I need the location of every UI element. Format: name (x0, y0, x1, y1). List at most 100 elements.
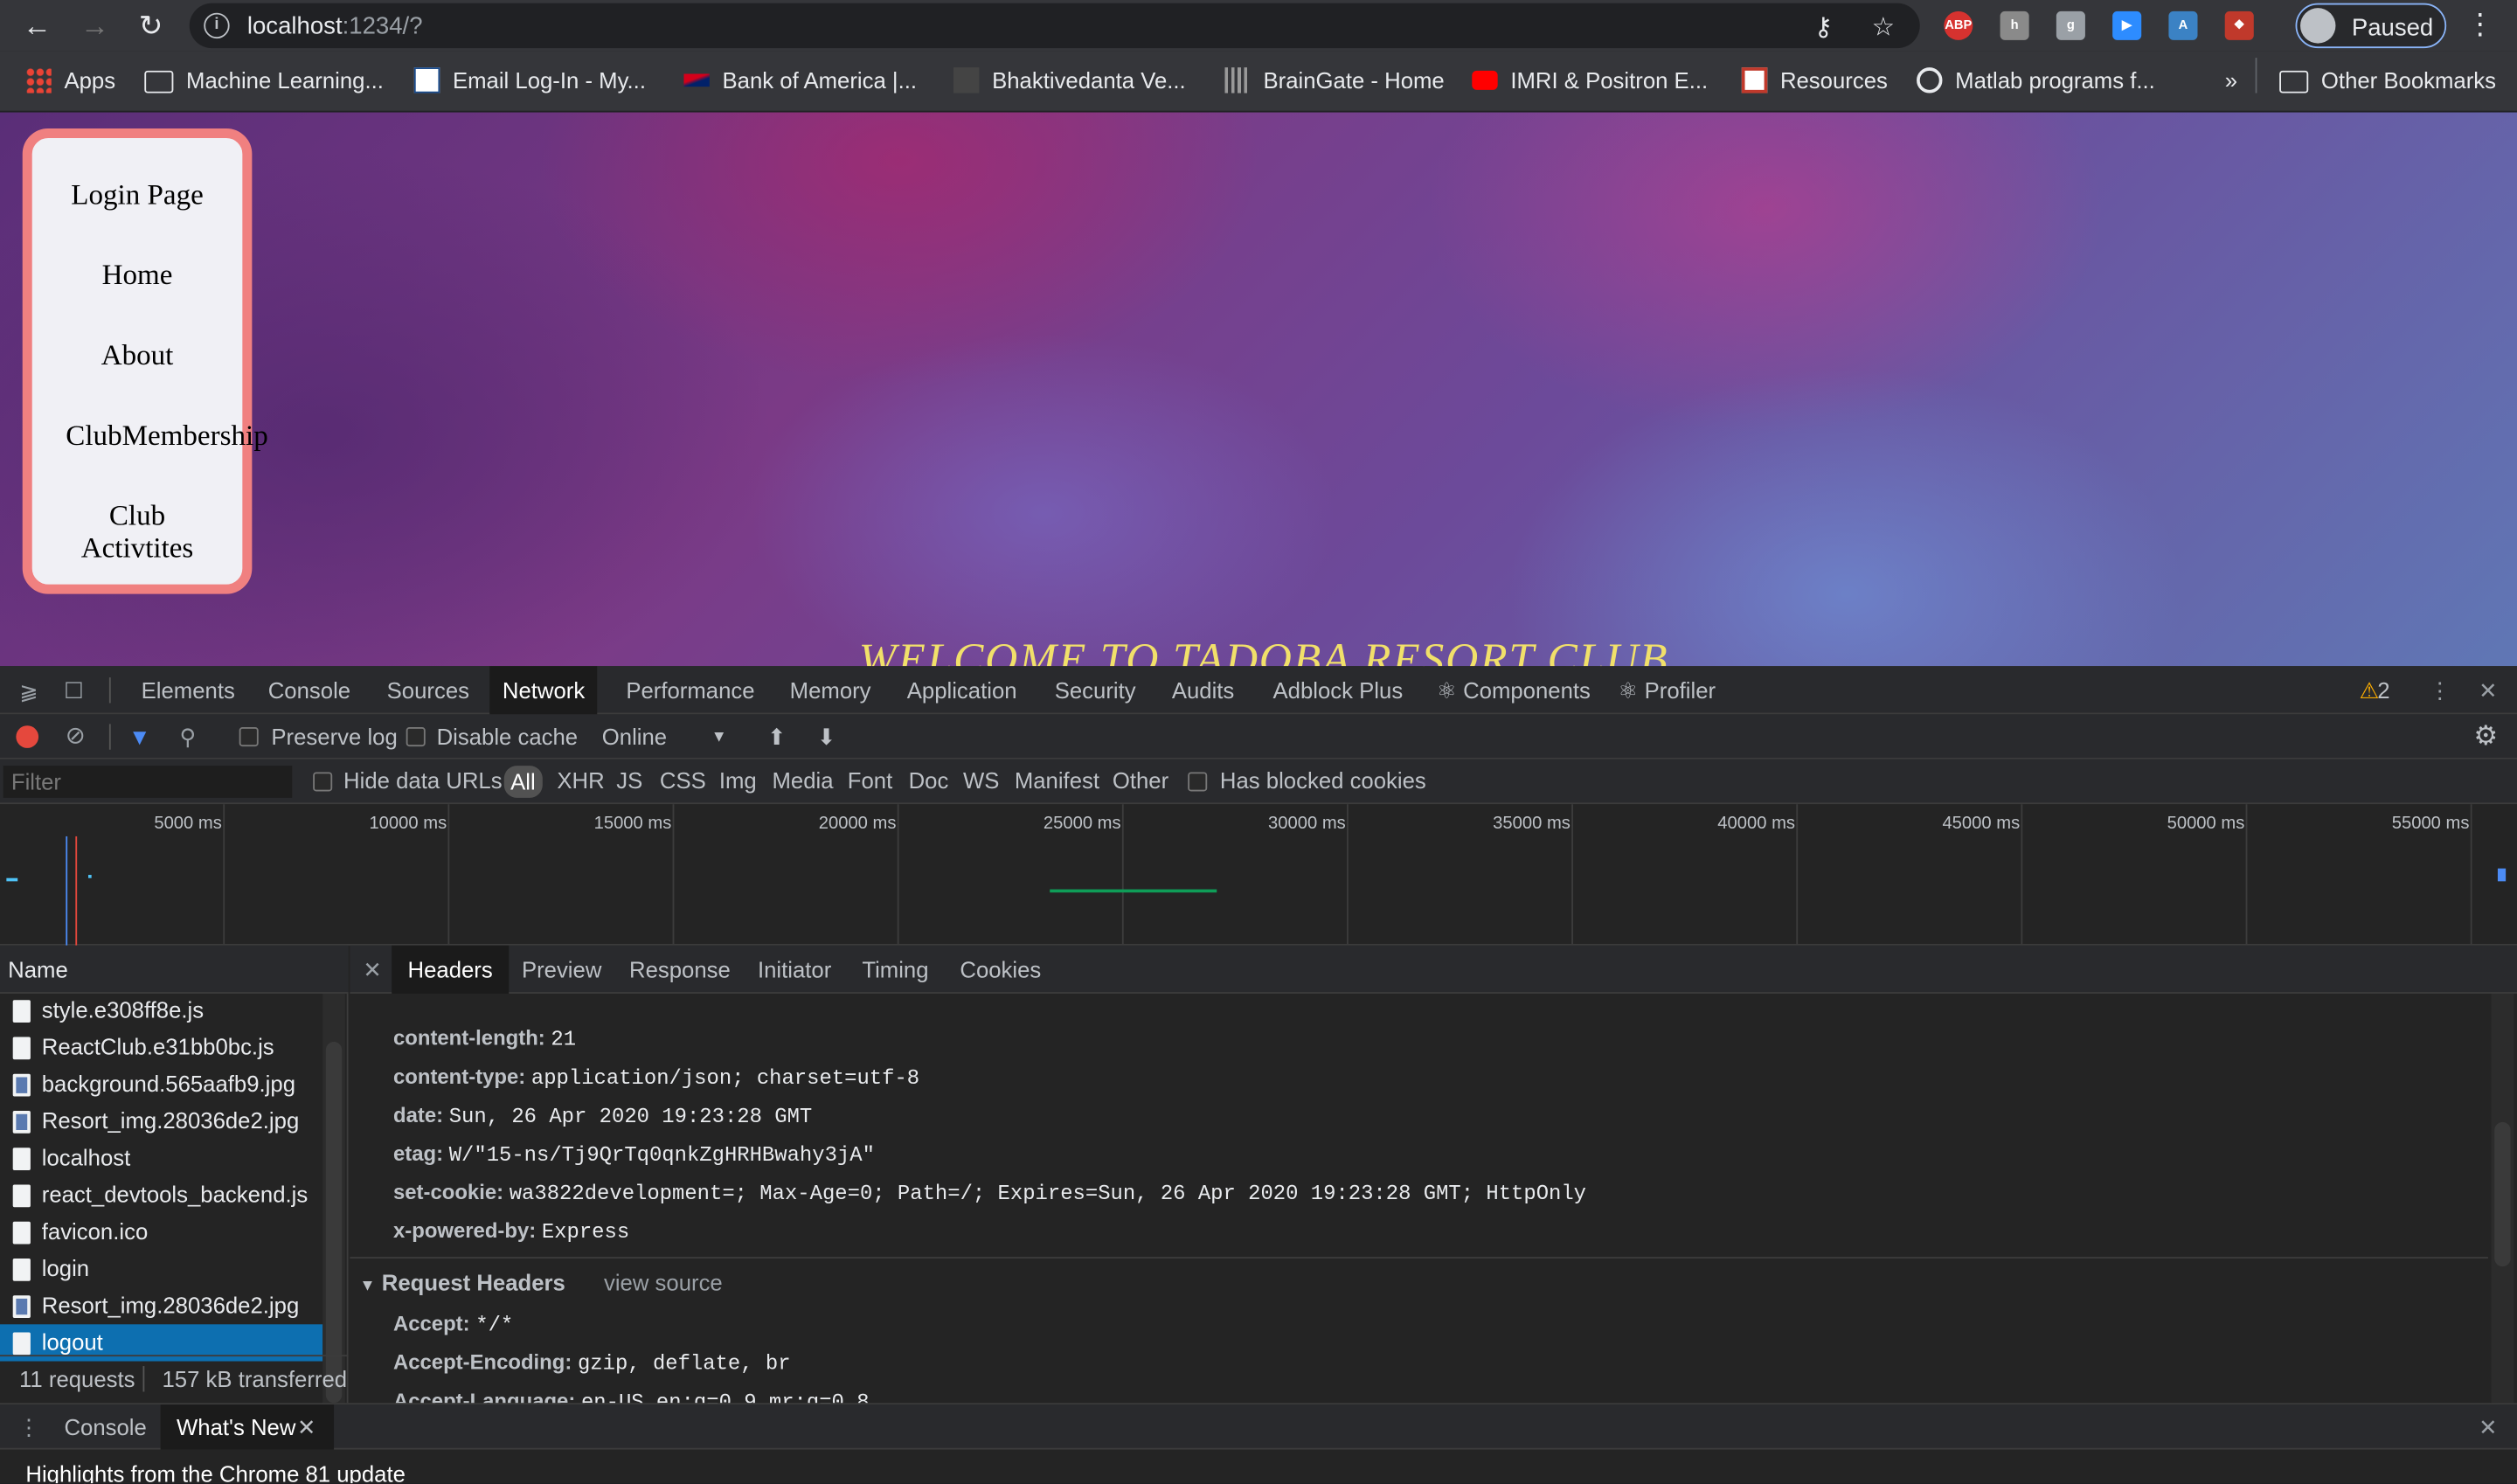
tab-elements[interactable]: Elements (128, 666, 248, 714)
drawer-tab-console[interactable]: Console (48, 1404, 163, 1449)
scrollbar-thumb[interactable] (2494, 1121, 2511, 1267)
clear-icon[interactable]: ⊘ (63, 723, 88, 749)
filter-ws[interactable]: WS (963, 767, 999, 793)
hubspot-extension-icon[interactable]: h (2000, 10, 2029, 40)
nav-login-page[interactable]: Login Page (32, 178, 243, 211)
reload-icon[interactable]: ↻ (133, 8, 168, 43)
tab-network[interactable]: Network (489, 666, 598, 715)
request-row[interactable]: login (0, 1251, 322, 1287)
preserve-log-checkbox[interactable] (239, 727, 259, 747)
scrollbar-thumb[interactable] (325, 1042, 343, 1404)
bookmark-email[interactable]: Email Log-In - My... (413, 67, 646, 94)
chrome-menu-icon[interactable]: ⋮ (2465, 8, 2494, 42)
throttling-select[interactable]: Online (602, 724, 667, 749)
filter-font[interactable]: Font (848, 767, 892, 793)
nav-club-activities-line1[interactable]: Club (32, 499, 243, 531)
request-headers-section-toggle[interactable]: ▼ Request Headers view source (359, 1270, 722, 1295)
close-devtools-icon[interactable]: ✕ (2475, 677, 2500, 703)
bookmark-bhaktivedanta[interactable]: Bhaktivedanta Ve... (953, 67, 1186, 94)
bookmarks-overflow-icon[interactable]: » (2225, 67, 2237, 93)
address-bar[interactable]: i localhost:1234/? ⚷ ☆ (189, 3, 1920, 49)
bookmark-apps[interactable]: Apps (25, 67, 115, 94)
bookmark-other[interactable]: Other Bookmarks (2279, 67, 2496, 94)
inspect-element-icon[interactable]: ⫺ (16, 677, 41, 703)
view-source-link[interactable]: view source (604, 1270, 723, 1295)
network-overview-timeline[interactable]: 5000 ms 10000 ms 15000 ms 20000 ms 25000… (0, 804, 2517, 946)
tab-initiator[interactable]: Initiator (742, 946, 848, 994)
tab-response[interactable]: Response (614, 946, 747, 994)
tab-components[interactable]: ⚛ Components (1424, 666, 1603, 714)
request-row[interactable]: react_devtools_backend.js (0, 1176, 322, 1213)
filter-css[interactable]: CSS (660, 767, 706, 793)
forward-icon[interactable]: → (77, 8, 112, 43)
filter-xhr[interactable]: XHR (557, 767, 604, 793)
nav-club-membership[interactable]: ClubMembership (66, 419, 267, 451)
tab-sources[interactable]: Sources (374, 666, 482, 714)
record-icon[interactable] (16, 725, 39, 748)
disable-cache-checkbox[interactable] (406, 727, 426, 747)
tab-console[interactable]: Console (255, 666, 364, 714)
filter-all[interactable]: All (503, 766, 543, 798)
request-row[interactable]: localhost (0, 1140, 322, 1176)
bookmark-braingate[interactable]: BrainGate - Home (1224, 67, 1445, 94)
tab-cookies[interactable]: Cookies (944, 946, 1057, 994)
name-column-header[interactable]: Name (0, 945, 349, 994)
abp-extension-icon[interactable]: ABP (1944, 10, 1973, 40)
tab-headers[interactable]: Headers (392, 945, 510, 994)
settings-gear-icon[interactable]: ⚙ (2473, 721, 2498, 753)
back-icon[interactable]: ← (19, 8, 54, 43)
close-tab-icon[interactable]: ✕ (294, 1414, 319, 1439)
tab-profiler[interactable]: ⚛ Profiler (1605, 666, 1729, 714)
filter-img[interactable]: Img (719, 767, 757, 793)
close-details-icon[interactable]: ✕ (359, 957, 385, 982)
bookmark-resources[interactable]: Resources (1741, 67, 1888, 94)
bookmark-imri[interactable]: IMRI & Positron E... (1472, 67, 1708, 94)
filter-doc[interactable]: Doc (909, 767, 949, 793)
blocked-cookies-checkbox[interactable] (1188, 772, 1208, 792)
device-toolbar-icon[interactable]: ☐ (61, 677, 87, 703)
filter-js[interactable]: JS (616, 767, 642, 793)
tab-adblock-plus[interactable]: Adblock Plus (1260, 666, 1416, 714)
nav-club-activities-line2[interactable]: Activtites (32, 531, 243, 564)
tab-timing[interactable]: Timing (846, 946, 945, 994)
chevron-down-icon[interactable]: ▼ (711, 729, 727, 746)
request-row[interactable]: background.565aafb9.jpg (0, 1066, 322, 1103)
request-row[interactable]: style.e308ff8e.js (0, 992, 322, 1029)
warning-count[interactable]: 2 (2371, 666, 2396, 714)
request-row[interactable]: Resort_img.28036de2.jpg (0, 1287, 322, 1324)
nav-home[interactable]: Home (32, 259, 243, 291)
tab-memory[interactable]: Memory (777, 666, 884, 714)
tab-audits[interactable]: Audits (1159, 666, 1247, 714)
filter-icon[interactable]: ▼ (127, 724, 152, 749)
tab-security[interactable]: Security (1042, 666, 1148, 714)
zoom-extension-icon[interactable]: ▶ (2112, 10, 2142, 40)
bookmark-machine-learning[interactable]: Machine Learning... (144, 67, 384, 94)
request-row[interactable]: favicon.ico (0, 1214, 322, 1251)
info-icon[interactable]: i (204, 12, 230, 39)
request-list-scrollbar[interactable] (322, 993, 345, 1404)
hide-data-urls-checkbox[interactable] (313, 772, 333, 792)
bookmark-bank-of-america[interactable]: Bank of America |... (683, 67, 917, 94)
import-har-icon[interactable]: ⬆ (767, 724, 787, 751)
g-extension-icon[interactable]: g (2056, 10, 2085, 40)
filter-media[interactable]: Media (772, 767, 833, 793)
key-icon[interactable]: ⚷ (1814, 11, 1834, 44)
drawer-menu-icon[interactable]: ⋮ (16, 1414, 41, 1439)
close-drawer-icon[interactable]: ✕ (2475, 1414, 2500, 1439)
filter-other[interactable]: Other (1113, 767, 1168, 793)
bookmark-matlab[interactable]: Matlab programs f... (1917, 67, 2155, 94)
details-scrollbar[interactable] (2491, 993, 2514, 1404)
puzzle-extension-icon[interactable]: ❖ (2224, 10, 2254, 40)
request-row[interactable]: ReactClub.e31bb0bc.js (0, 1029, 322, 1065)
filter-input[interactable]: Filter (3, 766, 293, 798)
devtools-menu-icon[interactable]: ⋮ (2427, 677, 2452, 703)
tab-application[interactable]: Application (894, 666, 1030, 714)
filter-manifest[interactable]: Manifest (1015, 767, 1099, 793)
export-har-icon[interactable]: ⬇ (817, 724, 836, 751)
request-row[interactable]: Resort_img.28036de2.jpg (0, 1103, 322, 1140)
profile-button[interactable]: Paused (2295, 3, 2447, 49)
nav-about[interactable]: About (32, 339, 243, 371)
a-extension-icon[interactable]: A (2168, 10, 2198, 40)
star-icon[interactable]: ☆ (1872, 11, 1895, 44)
tab-preview[interactable]: Preview (506, 946, 618, 994)
